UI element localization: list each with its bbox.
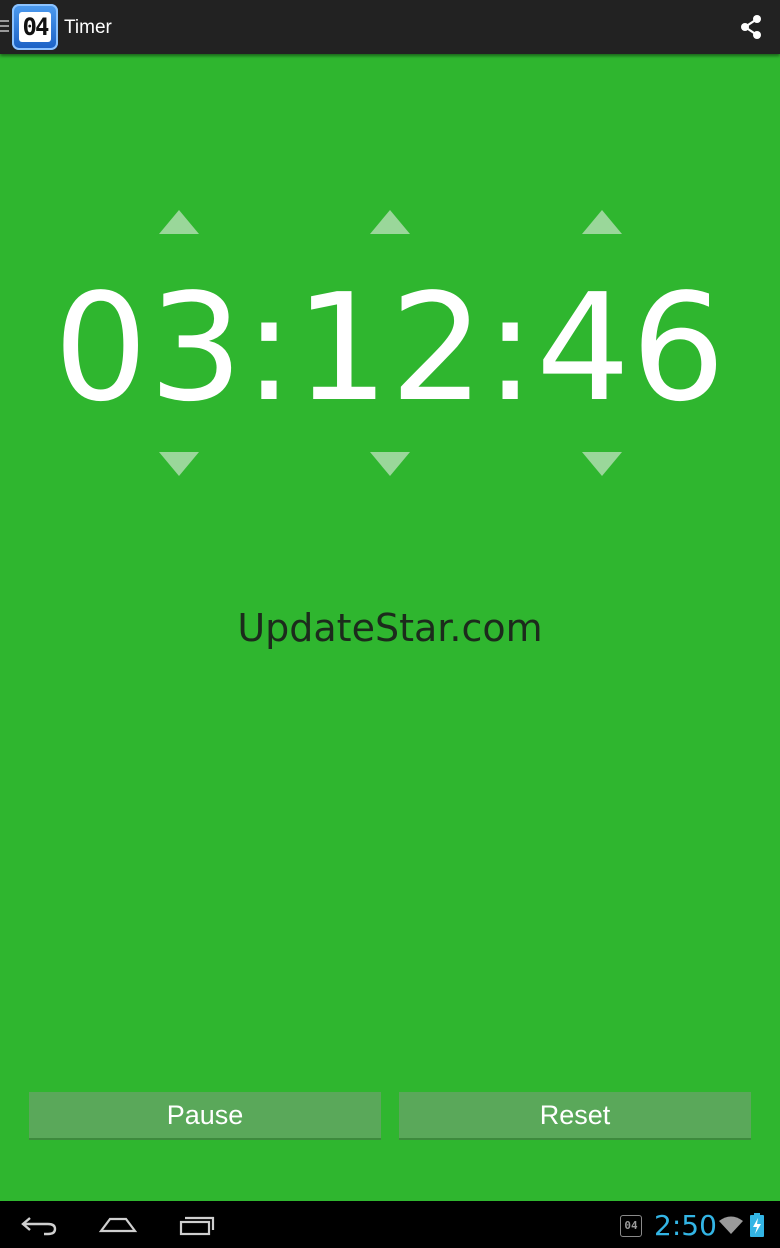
system-navigation-bar: 04 2:50 [0, 1201, 780, 1248]
battery-charging-icon [750, 1213, 764, 1237]
status-clock[interactable]: 2:50 [654, 1209, 717, 1243]
share-icon[interactable] [738, 14, 764, 40]
stopwatch-app-icon[interactable]: 04 [12, 4, 58, 50]
seconds-down-icon[interactable] [580, 450, 624, 478]
hours-up-icon[interactable] [157, 208, 201, 236]
menu-icon[interactable] [0, 20, 9, 34]
timer-notification-icon[interactable]: 04 [620, 1215, 642, 1237]
seconds-up-icon[interactable] [580, 208, 624, 236]
app-title: Timer [64, 17, 112, 38]
reset-button[interactable]: Reset [399, 1092, 751, 1140]
home-icon[interactable] [96, 1209, 140, 1241]
recents-icon[interactable] [174, 1209, 218, 1241]
wifi-icon [718, 1215, 744, 1235]
action-bar: 04 Timer [0, 0, 780, 54]
minutes-up-icon[interactable] [368, 208, 412, 236]
timer-display: 03:12:46 [53, 262, 727, 434]
watermark-text: UpdateStar.com [237, 606, 543, 650]
hours-down-icon[interactable] [157, 450, 201, 478]
app-icon-label: 04 [19, 12, 51, 42]
back-icon[interactable] [18, 1209, 62, 1241]
pause-button[interactable]: Pause [29, 1092, 381, 1140]
minutes-down-icon[interactable] [368, 450, 412, 478]
